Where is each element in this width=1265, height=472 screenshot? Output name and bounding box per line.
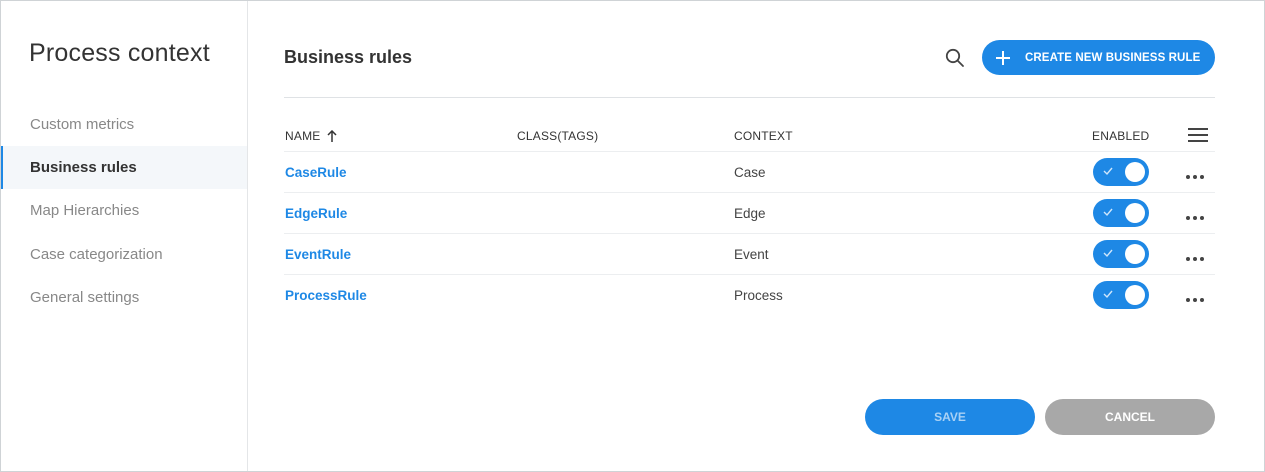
column-header-enabled[interactable]: ENABLED [1092, 129, 1149, 143]
cancel-button[interactable]: CANCEL [1045, 399, 1215, 435]
more-options-icon[interactable] [1186, 248, 1210, 261]
check-icon [1103, 208, 1113, 217]
search-icon [945, 48, 964, 67]
enabled-toggle[interactable] [1093, 240, 1149, 268]
table-row: EventRule Event [284, 233, 1215, 274]
enabled-toggle[interactable] [1093, 158, 1149, 186]
rule-context: Event [734, 247, 769, 262]
enabled-toggle[interactable] [1093, 281, 1149, 309]
check-icon [1103, 249, 1113, 258]
column-header-name-label: NAME [285, 129, 321, 143]
sidebar-item-business-rules[interactable]: Business rules [1, 146, 247, 189]
rule-name-link[interactable]: EdgeRule [285, 206, 347, 221]
sort-ascending-icon [327, 130, 338, 142]
more-options-icon[interactable] [1186, 207, 1210, 220]
toggle-knob [1125, 162, 1145, 182]
sidebar-item-map-hierarchies[interactable]: Map Hierarchies [1, 189, 247, 232]
table-row: CaseRule Case [284, 151, 1215, 192]
check-icon [1103, 167, 1113, 176]
rule-context: Edge [734, 206, 766, 221]
rule-name-link[interactable]: EventRule [285, 247, 351, 262]
more-options-icon[interactable] [1186, 289, 1210, 302]
toggle-knob [1125, 285, 1145, 305]
sidebar-item-general-settings[interactable]: General settings [1, 276, 247, 319]
enabled-toggle[interactable] [1093, 199, 1149, 227]
column-menu-icon[interactable] [1188, 128, 1208, 142]
main-panel: Business rules CREATE NEW BUSINESS RULE … [249, 1, 1264, 471]
table-row: ProcessRule Process [284, 274, 1215, 315]
rule-context: Case [734, 165, 766, 180]
table-row: EdgeRule Edge [284, 192, 1215, 233]
toggle-knob [1125, 244, 1145, 264]
dialog-frame: Process context Custom metrics Business … [0, 0, 1265, 472]
rule-name-link[interactable]: CaseRule [285, 165, 347, 180]
column-header-class-tags[interactable]: CLASS(TAGS) [517, 129, 598, 143]
column-header-name[interactable]: NAME [285, 129, 338, 143]
save-button[interactable]: SAVE [865, 399, 1035, 435]
toggle-knob [1125, 203, 1145, 223]
sidebar: Process context Custom metrics Business … [1, 1, 248, 471]
search-button[interactable] [943, 46, 967, 70]
column-header-context[interactable]: CONTEXT [734, 129, 793, 143]
sidebar-item-case-categorization[interactable]: Case categorization [1, 233, 247, 276]
rule-context: Process [734, 288, 783, 303]
header-divider [284, 97, 1215, 98]
create-business-rule-button[interactable]: CREATE NEW BUSINESS RULE [982, 40, 1215, 75]
check-icon [1103, 290, 1113, 299]
create-button-label: CREATE NEW BUSINESS RULE [1025, 51, 1201, 64]
page-title: Business rules [284, 47, 413, 67]
plus-icon [996, 50, 1010, 65]
sidebar-item-custom-metrics[interactable]: Custom metrics [1, 103, 247, 146]
rule-name-link[interactable]: ProcessRule [285, 288, 367, 303]
sidebar-title: Process context [29, 39, 210, 67]
more-options-icon[interactable] [1186, 166, 1210, 179]
